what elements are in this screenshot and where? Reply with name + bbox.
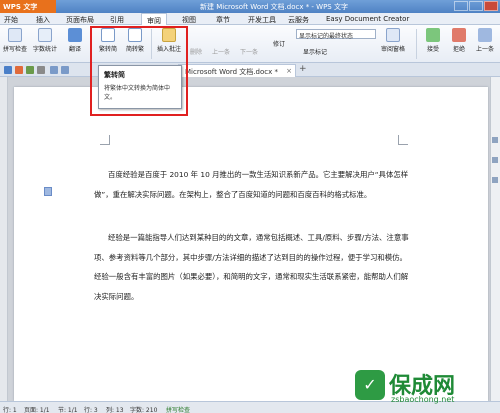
reject-button[interactable]: 拒绝 [446, 28, 472, 53]
margin-corner-mark [100, 135, 110, 145]
side-tool-icon[interactable] [492, 137, 498, 143]
tooltip-description: 将繁体中文转换为简体中文。 [104, 85, 171, 101]
title-bar: WPS 文字 新建 Microsoft Word 文档.docx * - WPS… [0, 0, 500, 13]
status-word-count: 字数: 210 [130, 407, 158, 413]
document-page[interactable]: 百度经验是百度于 2010 年 10 月推出的一款生活知识系新产品。它主要解决用… [14, 87, 488, 401]
accept-icon [426, 28, 440, 42]
document-tab[interactable]: Microsoft Word 文档.docx * × [178, 64, 296, 77]
maximize-button[interactable] [469, 1, 483, 11]
watermark-url: zsbaochong.net [391, 395, 455, 404]
accept-button[interactable]: 接受 [420, 28, 446, 53]
status-row: 行: 1 [3, 407, 17, 413]
translate-icon [68, 28, 82, 42]
next-comment-button[interactable]: 下一条 [240, 47, 258, 56]
word-count-button[interactable]: 字数统计 [32, 28, 58, 53]
paragraph-1[interactable]: 百度经验是百度于 2010 年 10 月推出的一款生活知识系新产品。它主要解决用… [94, 165, 414, 204]
track-changes-button[interactable]: 修订 [266, 39, 292, 48]
markup-display-select[interactable]: 显示标记的最终状态 [296, 29, 376, 40]
tab-insert[interactable]: 插入 [36, 15, 50, 25]
tab-bar: Microsoft Word 文档.docx * × + [0, 63, 500, 77]
tab-review[interactable]: 审阅 [141, 13, 167, 25]
tab-references[interactable]: 引用 [110, 15, 124, 25]
prev-change-button[interactable]: 上一条 [472, 28, 498, 53]
window-controls [454, 1, 498, 11]
status-page: 页面: 1/1 [24, 407, 50, 413]
wps-app-button[interactable]: WPS 文字 [0, 0, 56, 13]
ribbon-separator [416, 29, 417, 59]
pdf-icon[interactable] [15, 66, 23, 74]
margin-corner-mark [398, 135, 408, 145]
arrow-up-icon [478, 28, 492, 42]
tab-page-layout[interactable]: 页面布局 [66, 15, 94, 25]
status-section: 节: 1/1 [58, 407, 78, 413]
status-column: 列: 13 [106, 407, 124, 413]
status-line: 行: 3 [84, 407, 98, 413]
spell-check-status[interactable]: 拼写检查 [166, 405, 190, 413]
side-tool-icon[interactable] [492, 177, 498, 183]
new-tab-button[interactable]: + [299, 64, 307, 74]
document-workspace: 百度经验是百度于 2010 年 10 月推出的一款生活知识系新产品。它主要解决用… [0, 77, 500, 401]
vertical-scrollbar[interactable] [490, 77, 500, 401]
tab-home[interactable]: 开始 [4, 15, 18, 25]
menu-bar: 开始 插入 页面布局 引用 审阅 视图 章节 开发工具 云服务 Easy Doc… [0, 13, 500, 25]
shield-logo-icon: ✓ [355, 370, 385, 400]
print-icon[interactable] [26, 66, 34, 74]
ribbon: 拼写检查 字数统计 翻译 繁转简 简转繁 插入批注 删除 上一条 下一条 显示标… [0, 25, 500, 63]
save-icon[interactable] [4, 66, 12, 74]
vertical-ruler [0, 77, 8, 401]
show-markup-button[interactable]: 显示标记 [303, 47, 327, 56]
to-traditional-tooltip: 繁转简 将繁体中文转换为简体中文。 [98, 65, 182, 109]
preview-icon[interactable] [37, 66, 45, 74]
review-pane-button[interactable]: 审阅窗格 [376, 28, 410, 53]
spell-check-button[interactable]: 拼写检查 [2, 28, 28, 53]
tab-chapter[interactable]: 章节 [216, 15, 230, 25]
spell-check-icon [8, 28, 22, 42]
translate-button[interactable]: 翻译 [62, 28, 88, 53]
reject-icon [452, 28, 466, 42]
window-title: 新建 Microsoft Word 文档.docx * - WPS 文字 [200, 3, 348, 11]
tooltip-title: 繁转简 [104, 71, 125, 79]
delete-comment-button[interactable]: 删除 [190, 47, 202, 56]
redo-icon[interactable] [61, 66, 69, 74]
tab-cloud[interactable]: 云服务 [288, 15, 309, 25]
tab-developer[interactable]: 开发工具 [248, 15, 276, 25]
minimize-button[interactable] [454, 1, 468, 11]
paragraph-marker-icon [44, 187, 52, 196]
site-watermark: ✓ 保成网 zsbaochong.net [355, 368, 495, 408]
paragraph-2[interactable]: 经验是一篇能指导人们达到某种目的的文章，通常包括概述、工具/原料、步骤/方法、注… [94, 228, 414, 306]
word-count-icon [38, 28, 52, 42]
side-tool-icon[interactable] [492, 157, 498, 163]
close-tab-icon[interactable]: × [286, 67, 292, 75]
tab-easy-document-creator[interactable]: Easy Document Creator [326, 15, 409, 23]
review-pane-icon [386, 28, 400, 42]
close-button[interactable] [484, 1, 498, 11]
prev-comment-button[interactable]: 上一条 [212, 47, 230, 56]
tab-view[interactable]: 视图 [182, 15, 196, 25]
undo-icon[interactable] [50, 66, 58, 74]
